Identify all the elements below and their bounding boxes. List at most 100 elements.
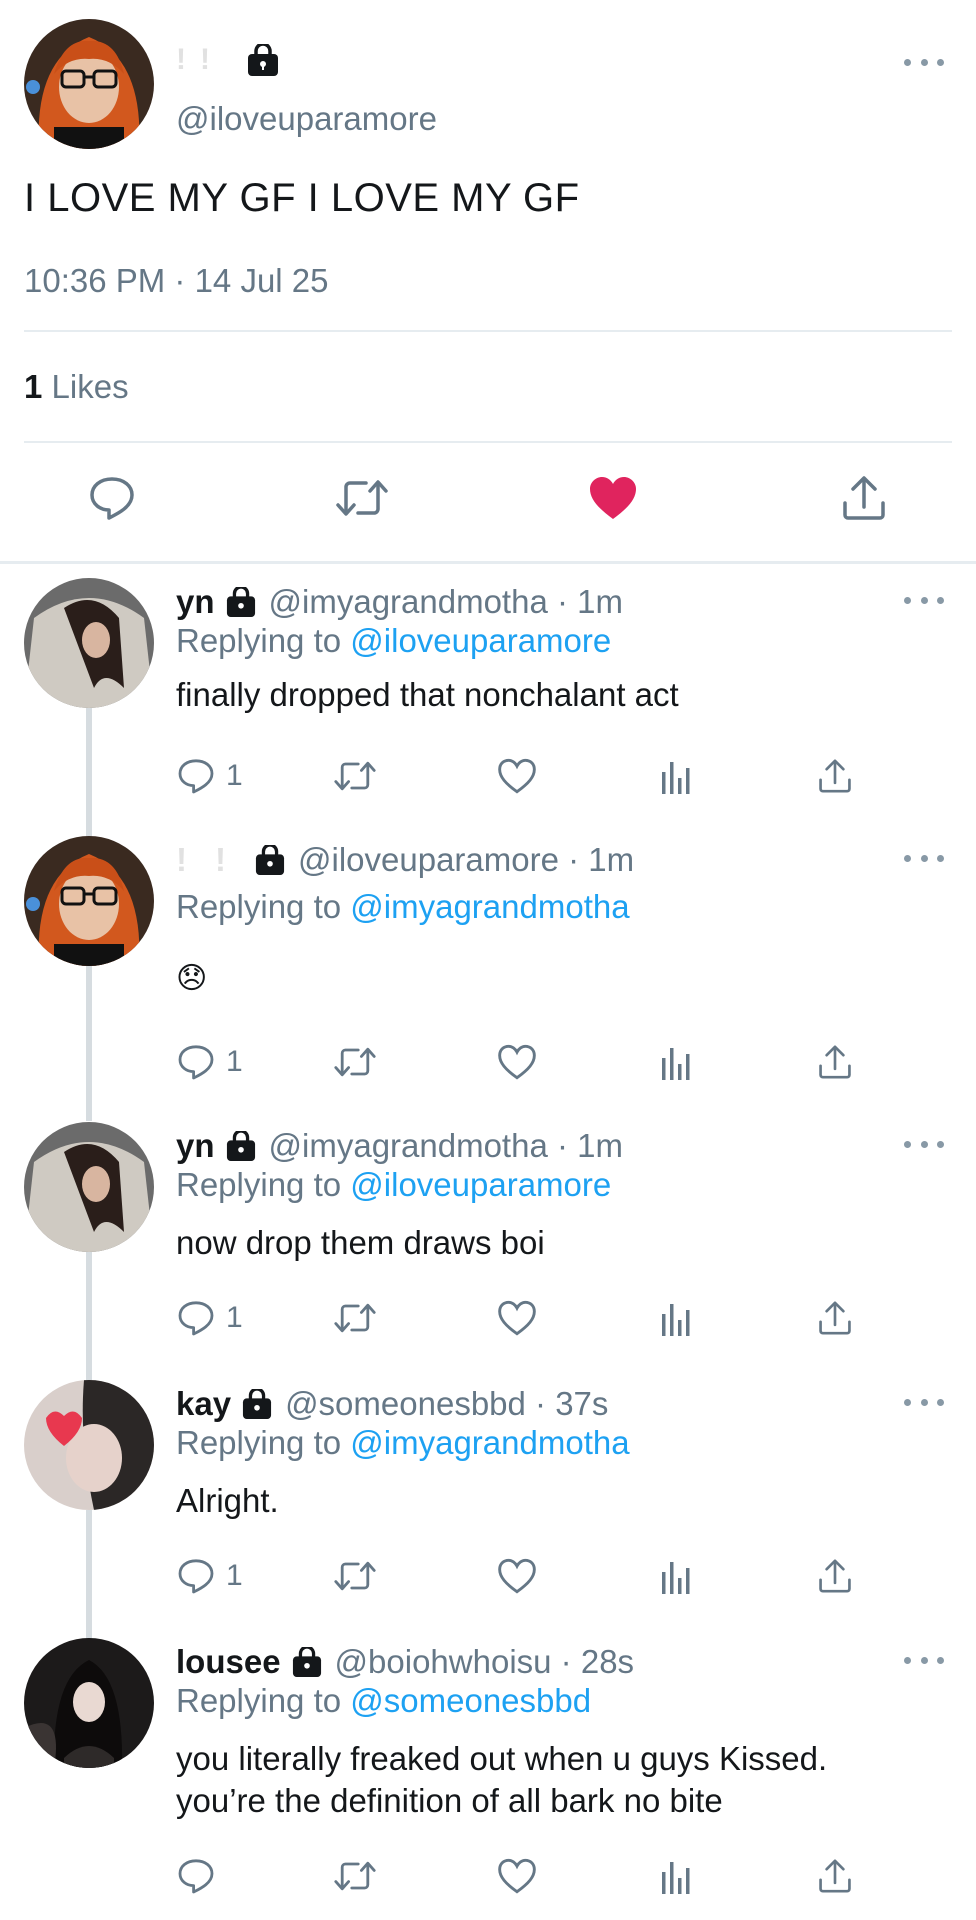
reply-tweet[interactable]: yn @imyagrandmotha · 1m Replying to @ilo… (0, 1122, 976, 1352)
replying-to: Replying to @iloveuparamore (176, 622, 611, 660)
handle[interactable]: @someonesbbd · 37s (285, 1385, 608, 1423)
views-icon[interactable] (660, 1294, 694, 1342)
avatar[interactable] (24, 1122, 154, 1252)
reply-text: you literally freaked out when u guys Ki… (176, 1738, 827, 1822)
reply-header: yn @imyagrandmotha · 1m (176, 580, 623, 624)
handle[interactable]: @boiohwhoisu · 28s (335, 1643, 635, 1681)
more-options-icon[interactable] (904, 1650, 944, 1670)
display-name[interactable]: kay (176, 1385, 231, 1423)
reply-icon[interactable] (84, 470, 140, 526)
share-icon[interactable] (816, 1852, 854, 1900)
reply-actions: 1 (176, 1038, 876, 1086)
divider (24, 330, 952, 332)
display-name[interactable]: ! ! (176, 42, 280, 78)
retweet-icon[interactable] (334, 470, 390, 526)
handle[interactable]: @imyagrandmotha · 1m (269, 583, 623, 621)
avatar[interactable] (24, 836, 154, 966)
heart-icon[interactable] (496, 1038, 538, 1086)
replying-to: Replying to @someonesbbd (176, 1682, 591, 1720)
retweet-icon[interactable] (332, 1038, 378, 1086)
mention-link[interactable]: @iloveuparamore (350, 1166, 611, 1203)
reply-button[interactable]: 1 (176, 1294, 243, 1342)
mention-link[interactable]: @imyagrandmotha (350, 1424, 629, 1461)
share-icon[interactable] (816, 1552, 854, 1600)
divider (0, 561, 976, 564)
views-icon[interactable] (660, 752, 694, 800)
divider (24, 441, 952, 443)
reply-header: ! ! @iloveuparamore · 1m (176, 838, 634, 882)
reply-button[interactable]: 1 (176, 1038, 243, 1086)
reply-tweet[interactable]: ! ! @iloveuparamore · 1m Replying to @im… (0, 836, 976, 1086)
handle[interactable]: @iloveuparamore · 1m (298, 841, 634, 879)
reply-tweet[interactable]: lousee @boiohwhoisu · 28s Replying to @s… (0, 1638, 976, 1920)
name-glyph: ! (176, 43, 186, 76)
reply-actions: 1 (176, 752, 876, 800)
reply-text: 😞 (176, 962, 208, 995)
timestamp[interactable]: 10:36 PM · 14 Jul 25 (24, 262, 329, 300)
more-options-icon[interactable] (904, 590, 944, 610)
more-options-icon[interactable] (904, 1134, 944, 1154)
display-name[interactable]: yn (176, 1127, 215, 1165)
main-tweet: ! ! @iloveuparamore I LOVE MY GF I LOVE … (0, 0, 976, 563)
heart-filled-icon[interactable] (585, 470, 641, 526)
mention-link[interactable]: @someonesbbd (350, 1682, 591, 1719)
replying-to: Replying to @iloveuparamore (176, 1166, 611, 1204)
views-icon[interactable] (660, 1038, 694, 1086)
lock-icon (225, 587, 257, 617)
share-icon[interactable] (836, 470, 892, 526)
display-name[interactable]: yn (176, 583, 215, 621)
name-glyph: ! (215, 841, 226, 878)
replying-prefix: Replying to (176, 1166, 342, 1203)
reply-count: 1 (226, 1559, 243, 1592)
more-options-icon[interactable] (904, 52, 944, 72)
lock-icon (254, 845, 286, 875)
tweet-text: I LOVE MY GF I LOVE MY GF (24, 176, 580, 220)
likes-label: Likes (51, 368, 129, 405)
avatar[interactable] (24, 19, 154, 149)
share-icon[interactable] (816, 1294, 854, 1342)
reply-header: lousee @boiohwhoisu · 28s (176, 1640, 634, 1684)
lock-icon (246, 44, 280, 76)
reply-text: Alright. (176, 1482, 279, 1519)
avatar[interactable] (24, 1638, 154, 1768)
reply-actions (176, 1852, 876, 1900)
reply-button[interactable]: 1 (176, 1552, 243, 1600)
name-glyph: ! (176, 841, 187, 878)
reply-button[interactable] (176, 1852, 226, 1900)
lock-icon (241, 1389, 273, 1419)
heart-icon[interactable] (496, 1852, 538, 1900)
reply-text: finally dropped that nonchalant act (176, 676, 679, 713)
avatar[interactable] (24, 1380, 154, 1510)
reply-header: kay @someonesbbd · 37s (176, 1382, 608, 1426)
likes-number: 1 (24, 368, 43, 405)
more-options-icon[interactable] (904, 848, 944, 868)
reply-count: 1 (226, 1301, 243, 1334)
heart-icon[interactable] (496, 752, 538, 800)
mention-link[interactable]: @imyagrandmotha (350, 888, 629, 925)
avatar[interactable] (24, 578, 154, 708)
share-icon[interactable] (816, 1038, 854, 1086)
retweet-icon[interactable] (332, 752, 378, 800)
replying-to: Replying to @imyagrandmotha (176, 888, 630, 926)
retweet-icon[interactable] (332, 1852, 378, 1900)
retweet-icon[interactable] (332, 1294, 378, 1342)
retweet-icon[interactable] (332, 1552, 378, 1600)
reply-button[interactable]: 1 (176, 752, 243, 800)
heart-icon[interactable] (496, 1552, 538, 1600)
reply-text-line: you’re the definition of all bark no bit… (176, 1782, 723, 1819)
handle[interactable]: @iloveuparamore (176, 100, 437, 138)
more-options-icon[interactable] (904, 1392, 944, 1412)
display-name[interactable]: lousee (176, 1643, 281, 1681)
reply-tweet[interactable]: kay @someonesbbd · 37s Replying to @imya… (0, 1380, 976, 1610)
heart-icon[interactable] (496, 1294, 538, 1342)
views-icon[interactable] (660, 1552, 694, 1600)
mention-link[interactable]: @iloveuparamore (350, 622, 611, 659)
likes-count[interactable]: 1 Likes (24, 368, 129, 406)
lock-icon (291, 1647, 323, 1677)
replying-prefix: Replying to (176, 888, 342, 925)
handle[interactable]: @imyagrandmotha · 1m (269, 1127, 623, 1165)
views-icon[interactable] (660, 1852, 694, 1900)
reply-text-line: you literally freaked out when u guys Ki… (176, 1740, 828, 1777)
reply-tweet[interactable]: yn @imyagrandmotha · 1m Replying to @ilo… (0, 578, 976, 798)
share-icon[interactable] (816, 752, 854, 800)
